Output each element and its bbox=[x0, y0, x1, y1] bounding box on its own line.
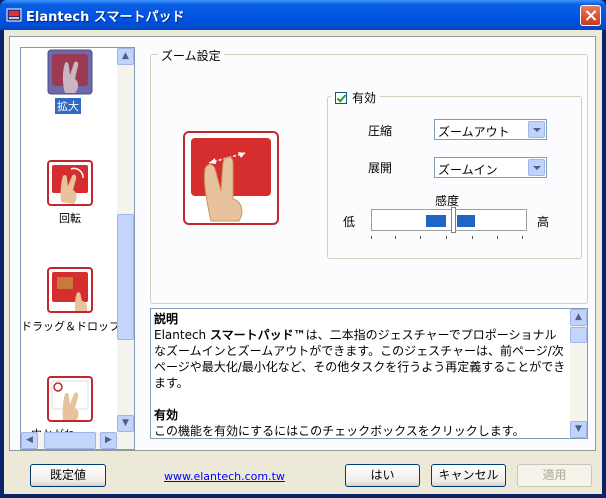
slider-tick bbox=[497, 236, 498, 239]
window-title: Elantech スマートパッド bbox=[26, 10, 185, 25]
chevron-down-icon[interactable] bbox=[528, 121, 545, 138]
settings-panel: 拡大 回転 ドラッグ＆ドロップ ▲ ▼ ◀ ▶ ズーム設定 有効 圧縮 ズームア… bbox=[9, 36, 596, 451]
app-icon bbox=[6, 8, 22, 22]
zoom-hand-icon bbox=[191, 138, 271, 222]
gesture-list[interactable]: 拡大 回転 ドラッグ＆ドロップ ▲ ▼ ◀ ▶ bbox=[20, 47, 135, 450]
pinch-action-select[interactable]: ズームアウト bbox=[434, 119, 547, 140]
zoom-settings-title: ズーム設定 bbox=[158, 47, 224, 64]
chevron-down-icon[interactable] bbox=[528, 159, 545, 176]
apply-button[interactable]: 適用 bbox=[517, 464, 592, 487]
slider-tick bbox=[472, 236, 473, 239]
list-item-label: 拡大 bbox=[55, 98, 81, 114]
spread-label: 展開 bbox=[368, 161, 393, 175]
scroll-thumb[interactable] bbox=[117, 214, 134, 340]
scroll-thumb[interactable] bbox=[570, 327, 587, 343]
spread-action-value: ズームイン bbox=[438, 163, 498, 177]
scroll-up-button[interactable]: ▲ bbox=[570, 309, 587, 326]
slider-tick bbox=[371, 236, 372, 239]
cancel-button[interactable]: キャンセル bbox=[431, 464, 506, 487]
title-bar[interactable]: Elantech スマートパッド bbox=[0, 0, 606, 30]
enable-checkbox[interactable] bbox=[335, 91, 347, 104]
description-scrollbar[interactable]: ▲ ▼ bbox=[570, 309, 587, 438]
gesture-list-vertical-scrollbar[interactable]: ▲ ▼ bbox=[117, 48, 134, 432]
horizontal-scroll-thumb[interactable] bbox=[44, 432, 96, 449]
scroll-down-button[interactable]: ▼ bbox=[117, 415, 134, 432]
drag-drop-gesture-icon bbox=[47, 267, 93, 313]
slider-thumb[interactable] bbox=[451, 207, 456, 233]
description-trademark: ™ bbox=[293, 328, 306, 342]
zoom-gesture-icon bbox=[47, 49, 93, 95]
default-button[interactable]: 既定値 bbox=[30, 464, 106, 487]
list-item-label: ドラッグ＆ドロップ bbox=[21, 320, 120, 333]
rotate-gesture-icon bbox=[47, 160, 93, 206]
spread-action-select[interactable]: ズームイン bbox=[434, 157, 547, 178]
description-text: 説明 Elantech スマートパッド™は、二本指のジェスチャーでプロポーショナ… bbox=[154, 311, 568, 438]
slider-tick bbox=[446, 236, 447, 239]
chevron-up-icon: ▲ bbox=[122, 51, 129, 61]
description-brand: Elantech bbox=[154, 328, 210, 342]
scroll-left-button[interactable]: ◀ bbox=[21, 432, 38, 449]
slider-tick bbox=[395, 236, 396, 239]
description-box[interactable]: 説明 Elantech スマートパッド™は、二本指のジェスチャーでプロポーショナ… bbox=[150, 308, 588, 439]
chevron-up-icon: ▲ bbox=[575, 312, 582, 322]
zoom-preview-image bbox=[183, 131, 279, 225]
chevron-left-icon: ◀ bbox=[26, 435, 33, 445]
scroll-right-button[interactable]: ▶ bbox=[100, 432, 117, 449]
page-gesture-icon bbox=[47, 376, 93, 422]
chevron-down-icon: ▼ bbox=[122, 418, 129, 428]
sensitivity-low-label: 低 bbox=[343, 215, 356, 229]
website-link[interactable]: www.elantech.com.tw bbox=[164, 470, 285, 483]
dialog-window: Elantech スマートパッド 拡大 回転 ドラッグ＆ドロップ ▲ ▼ ◀ ▶… bbox=[0, 0, 606, 498]
description-heading: 説明 bbox=[154, 312, 179, 326]
chevron-right-icon: ▶ bbox=[105, 435, 112, 445]
slider-tick bbox=[420, 236, 421, 239]
sensitivity-slider[interactable] bbox=[371, 207, 527, 233]
description-product: スマートパッド bbox=[209, 328, 294, 342]
gesture-list-horizontal-scrollbar[interactable]: ◀ ▶ bbox=[21, 432, 134, 449]
slider-range-left bbox=[426, 215, 446, 227]
list-item-label: 回転 bbox=[59, 212, 81, 225]
slider-range-right bbox=[457, 215, 475, 227]
enable-label: 有効 bbox=[352, 91, 377, 105]
description-enable-body: この機能を有効にするにはこのチェックボックスをクリックします。 bbox=[154, 424, 525, 438]
scroll-up-button[interactable]: ▲ bbox=[117, 48, 134, 65]
close-button[interactable] bbox=[580, 5, 601, 26]
sensitivity-high-label: 高 bbox=[537, 215, 550, 229]
scroll-down-button[interactable]: ▼ bbox=[570, 421, 587, 438]
description-enable-heading: 有効 bbox=[154, 408, 179, 422]
chevron-down-icon: ▼ bbox=[575, 424, 582, 434]
ok-button[interactable]: はい bbox=[345, 464, 420, 487]
pinch-label: 圧縮 bbox=[368, 124, 393, 138]
pinch-action-value: ズームアウト bbox=[438, 125, 510, 139]
enable-checkbox-row[interactable]: 有効 bbox=[331, 89, 381, 106]
slider-tick bbox=[522, 236, 523, 239]
dialog-client-area: 拡大 回転 ドラッグ＆ドロップ ▲ ▼ ◀ ▶ ズーム設定 有効 圧縮 ズームア… bbox=[4, 30, 602, 494]
